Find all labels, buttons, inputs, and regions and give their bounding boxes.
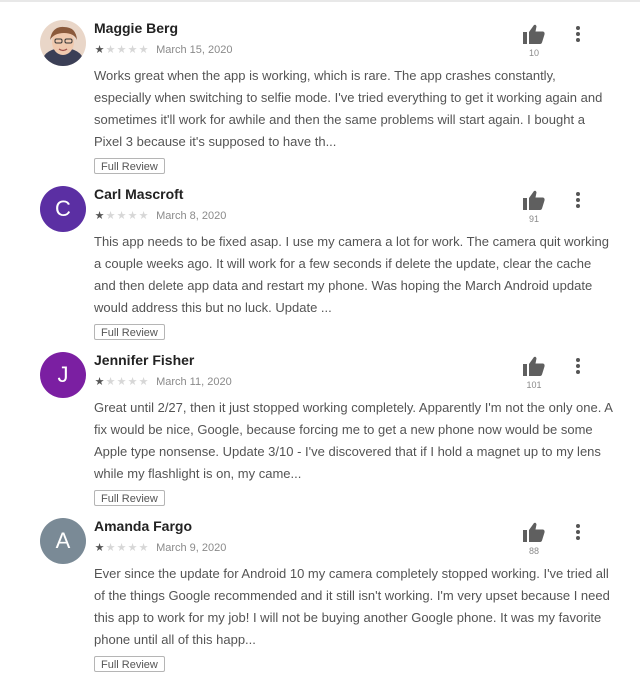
star-icon-empty: ★ xyxy=(127,542,138,554)
helpful-count: 88 xyxy=(528,546,539,556)
more-vert-icon[interactable] xyxy=(571,524,585,542)
review-date: March 11, 2020 xyxy=(156,376,232,388)
review-text: Works great when the app is working, whi… xyxy=(94,68,603,149)
thumbs-up-icon[interactable] xyxy=(523,24,545,44)
star-icon-empty: ★ xyxy=(116,44,127,56)
star-icon-filled: ★ xyxy=(94,376,105,388)
star-icon-empty: ★ xyxy=(138,210,149,222)
thumbs-up-icon[interactable] xyxy=(523,190,545,210)
full-review-button[interactable]: Full Review xyxy=(94,656,165,672)
helpful-count: 101 xyxy=(526,380,542,390)
star-icon-empty: ★ xyxy=(116,376,127,388)
review-card: A Amanda Fargo ★★★★★ March 9, 2020 Ever … xyxy=(0,498,640,672)
avatar-letter: J xyxy=(57,362,69,387)
review-card: C Carl Mascroft ★★★★★ March 8, 2020 This… xyxy=(0,166,640,340)
star-icon-empty: ★ xyxy=(138,376,149,388)
review-date: March 15, 2020 xyxy=(156,44,233,56)
avatar[interactable]: A xyxy=(40,518,86,564)
star-icon-filled: ★ xyxy=(94,44,105,56)
reviewer-name: Amanda Fargo xyxy=(94,518,193,534)
star-icon-empty: ★ xyxy=(127,44,138,56)
avatar[interactable]: J xyxy=(40,352,86,398)
thumbs-up-icon[interactable] xyxy=(523,356,545,376)
star-rating: ★★★★★ March 9, 2020 xyxy=(94,541,227,554)
star-icon-empty: ★ xyxy=(127,210,138,222)
star-icon-filled: ★ xyxy=(94,542,105,554)
reviewer-name: Jennifer Fisher xyxy=(94,352,195,368)
star-rating: ★★★★★ March 11, 2020 xyxy=(94,375,232,388)
star-icon-empty: ★ xyxy=(105,210,116,222)
star-icon-filled: ★ xyxy=(94,210,105,222)
avatar[interactable]: C xyxy=(40,186,86,232)
review-text: Ever since the update for Android 10 my … xyxy=(94,566,610,647)
avatar-photo xyxy=(40,20,86,66)
review-text: This app needs to be fixed asap. I use m… xyxy=(94,234,609,315)
star-rating: ★★★★★ March 8, 2020 xyxy=(94,209,227,222)
star-icon-empty: ★ xyxy=(116,210,127,222)
more-vert-icon[interactable] xyxy=(571,358,585,376)
reviewer-name: Maggie Berg xyxy=(94,20,179,36)
helpful-count: 10 xyxy=(528,48,539,58)
star-rating: ★★★★★ March 15, 2020 xyxy=(94,43,233,56)
reviewer-name: Carl Mascroft xyxy=(94,186,184,202)
star-icon-empty: ★ xyxy=(105,376,116,388)
helpful-count: 91 xyxy=(528,214,539,224)
star-icon-empty: ★ xyxy=(127,376,138,388)
thumbs-up-icon[interactable] xyxy=(523,522,545,542)
review-card: J Jennifer Fisher ★★★★★ March 11, 2020 G… xyxy=(0,332,640,506)
review-date: March 8, 2020 xyxy=(156,210,227,222)
more-vert-icon[interactable] xyxy=(571,26,585,44)
avatar[interactable] xyxy=(40,20,86,66)
review-date: March 9, 2020 xyxy=(156,542,227,554)
star-icon-empty: ★ xyxy=(116,542,127,554)
star-icon-empty: ★ xyxy=(105,44,116,56)
more-vert-icon[interactable] xyxy=(571,192,585,210)
avatar-letter: A xyxy=(55,528,71,553)
review-card: Maggie Berg ★★★★★ March 15, 2020 Works g… xyxy=(0,0,640,174)
star-icon-empty: ★ xyxy=(138,542,149,554)
avatar-letter: C xyxy=(55,196,71,221)
star-icon-empty: ★ xyxy=(138,44,149,56)
review-text: Great until 2/27, then it just stopped w… xyxy=(94,400,613,481)
star-icon-empty: ★ xyxy=(105,542,116,554)
